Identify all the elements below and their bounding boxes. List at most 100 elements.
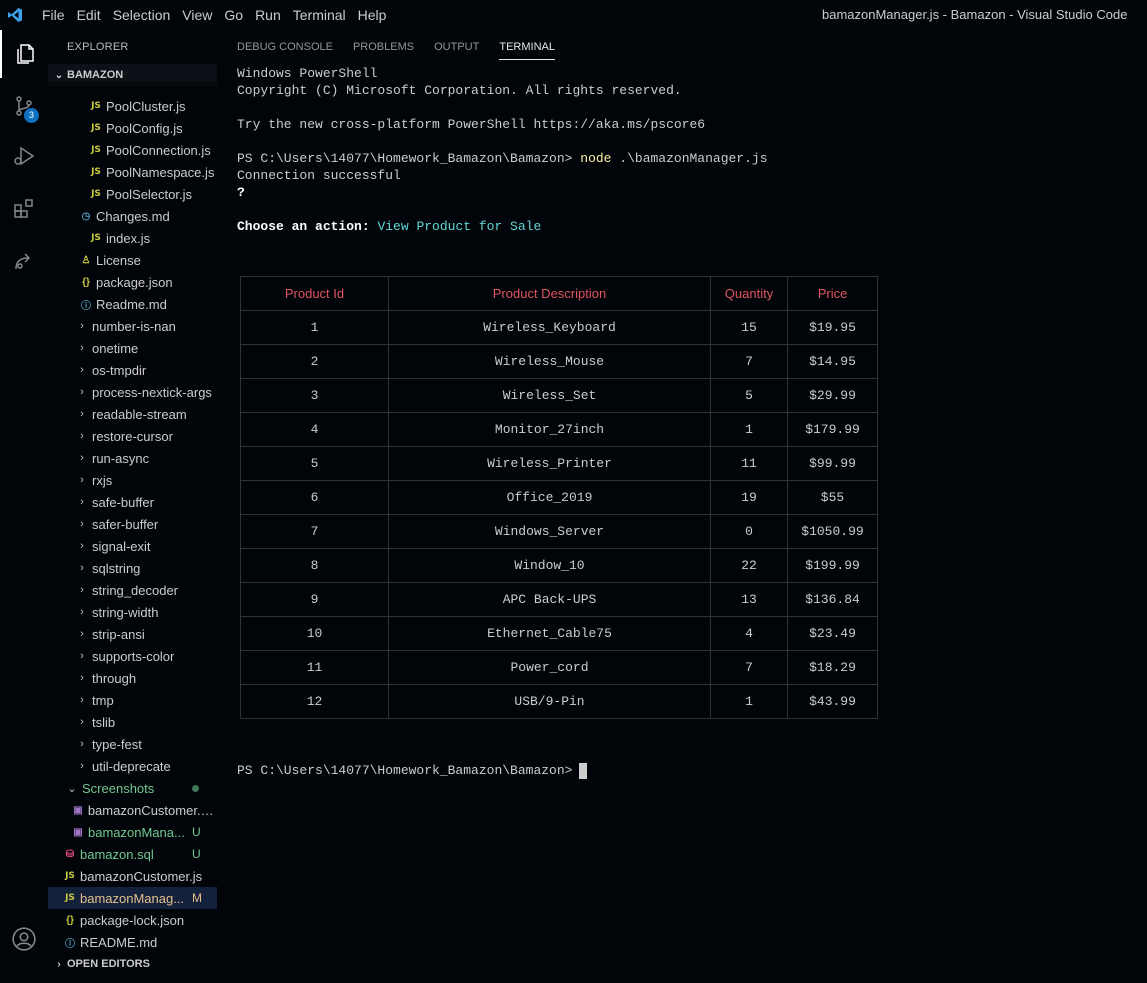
tree-item[interactable]: {} package.json xyxy=(48,271,217,293)
table-row: 3 Wireless_Set 5 $29.99 xyxy=(240,378,878,413)
tree-item[interactable]: › readable-stream xyxy=(48,403,217,425)
tree-item-label: Screenshots xyxy=(82,780,155,796)
tree-item[interactable]: › process-nextick-args xyxy=(48,381,217,403)
tree-item-label: run-async xyxy=(92,450,150,466)
term-line: Connection successful xyxy=(237,168,401,183)
open-editors-label: OPEN EDITORS xyxy=(67,958,150,970)
cell-product-id: 11 xyxy=(240,650,389,685)
cell-product-id: 6 xyxy=(240,480,389,515)
terminal-output[interactable]: Windows PowerShell Copyright (C) Microsof… xyxy=(237,65,768,235)
git-status-badge: M xyxy=(192,891,202,905)
menu-edit[interactable]: Edit xyxy=(71,0,107,30)
tree-item[interactable]: ⛁ bamazon.sql U xyxy=(48,843,217,865)
tree-item[interactable]: JS PoolConfig.js xyxy=(48,117,217,139)
tree-item[interactable]: JS bamazonManag... M xyxy=(48,887,217,909)
remote-share-icon[interactable] xyxy=(0,237,48,285)
tree-item[interactable]: › through xyxy=(48,667,217,689)
cell-product-id: 9 xyxy=(240,582,389,617)
tree-item[interactable]: › restore-cursor xyxy=(48,425,217,447)
tree-item-label: bamazon.sql xyxy=(80,846,154,862)
account-icon[interactable] xyxy=(0,915,48,963)
menu-run[interactable]: Run xyxy=(249,0,287,30)
tree-item[interactable]: JS PoolNamespace.js xyxy=(48,161,217,183)
tree-item[interactable]: › tmp xyxy=(48,689,217,711)
tree-item[interactable]: › string_decoder xyxy=(48,579,217,601)
menu-bar: File Edit Selection View Go Run Terminal… xyxy=(30,0,392,30)
terminal-prompt[interactable]: PS C:\Users\14077\Homework_Bamazon\Bamaz… xyxy=(237,762,588,779)
menu-go[interactable]: Go xyxy=(218,0,249,30)
explorer-icon[interactable] xyxy=(0,30,48,78)
tree-item[interactable]: › os-tmpdir xyxy=(48,359,217,381)
cell-quantity: 13 xyxy=(710,582,788,617)
menu-terminal[interactable]: Terminal xyxy=(287,0,352,30)
tree-item[interactable]: ⌄ Screenshots xyxy=(48,777,217,799)
tree-item[interactable]: JS bamazonCustomer.js xyxy=(48,865,217,887)
chevron-right-icon: › xyxy=(80,650,84,662)
tree-item[interactable]: JS index.js xyxy=(48,227,217,249)
cell-price: $179.99 xyxy=(787,412,878,447)
tree-item[interactable]: › sqlstring xyxy=(48,557,217,579)
tree-item[interactable]: ▣ bamazonCustomer.P... xyxy=(48,799,217,821)
term-question: ? xyxy=(237,185,245,200)
tab-problems[interactable]: PROBLEMS xyxy=(353,30,414,60)
tree-item-label: signal-exit xyxy=(92,538,151,554)
tab-debug-console[interactable]: DEBUG CONSOLE xyxy=(237,30,333,60)
tree-item-label: process-nextick-args xyxy=(92,384,212,400)
run-debug-icon[interactable] xyxy=(0,132,48,180)
chevron-right-icon: › xyxy=(80,716,84,728)
tab-output[interactable]: OUTPUT xyxy=(434,30,479,60)
tree-item[interactable]: {} package-lock.json xyxy=(48,909,217,931)
tree-item[interactable]: › util-deprecate xyxy=(48,755,217,777)
menu-help[interactable]: Help xyxy=(352,0,393,30)
tree-item[interactable]: › supports-color xyxy=(48,645,217,667)
chevron-right-icon: › xyxy=(80,540,84,552)
table-row: 8 Window_10 22 $199.99 xyxy=(240,548,878,583)
tree-item[interactable]: JS PoolCluster.js xyxy=(48,95,217,117)
menu-view[interactable]: View xyxy=(176,0,218,30)
tree-item-label: restore-cursor xyxy=(92,428,173,444)
menu-file[interactable]: File xyxy=(30,0,71,30)
tree-item[interactable]: › strip-ansi xyxy=(48,623,217,645)
source-control-icon[interactable]: 3 xyxy=(0,82,48,130)
tree-item[interactable]: › safe-buffer xyxy=(48,491,217,513)
git-status-badge: U xyxy=(192,847,201,861)
tree-item[interactable]: › run-async xyxy=(48,447,217,469)
tree-item[interactable]: › onetime xyxy=(48,337,217,359)
info-icon: ⓘ xyxy=(81,300,91,312)
tree-item[interactable]: JS PoolConnection.js xyxy=(48,139,217,161)
chevron-right-icon: › xyxy=(80,738,84,750)
changelog-icon: ◷ xyxy=(81,210,91,222)
tree-item[interactable]: JS PoolSelector.js xyxy=(48,183,217,205)
tree-item-label: Readme.md xyxy=(96,296,167,312)
js-file-icon: JS xyxy=(65,893,75,903)
chevron-right-icon: › xyxy=(80,562,84,574)
tree-item[interactable]: › number-is-nan xyxy=(48,315,217,337)
extensions-icon[interactable] xyxy=(0,185,48,233)
chevron-right-icon: › xyxy=(80,606,84,618)
open-editors-header[interactable]: › OPEN EDITORS xyxy=(48,953,217,975)
tree-item-label: onetime xyxy=(92,340,139,356)
tree-item[interactable]: › tslib xyxy=(48,711,217,733)
tree-item[interactable]: › safer-buffer xyxy=(48,513,217,535)
chevron-right-icon: › xyxy=(80,430,84,442)
tree-item[interactable]: ▣ bamazonMana... U xyxy=(48,821,217,843)
tab-terminal[interactable]: TERMINAL xyxy=(499,30,555,60)
tree-item[interactable]: ⓘ Readme.md xyxy=(48,293,217,315)
tree-item[interactable]: › signal-exit xyxy=(48,535,217,557)
tree-item[interactable]: › rxjs xyxy=(48,469,217,491)
tree-item[interactable]: ♙ License xyxy=(48,249,217,271)
git-status-badge: U xyxy=(192,825,201,839)
chevron-right-icon: › xyxy=(80,760,84,772)
tree-item[interactable]: › type-fest xyxy=(48,733,217,755)
image-file-icon: ▣ xyxy=(73,804,83,816)
cell-product-description: APC Back-UPS xyxy=(388,582,711,617)
tree-item-label: package-lock.json xyxy=(80,912,185,928)
menu-selection[interactable]: Selection xyxy=(107,0,177,30)
tree-item[interactable]: › string-width xyxy=(48,601,217,623)
tree-item[interactable]: ⓘ README.md xyxy=(48,931,217,953)
tree-item[interactable]: ◷ Changes.md xyxy=(48,205,217,227)
table-row: 12 USB/9-Pin 1 $43.99 xyxy=(240,684,878,719)
term-choose-value: View Product for Sale xyxy=(377,219,542,234)
table-row: 10 Ethernet_Cable75 4 $23.49 xyxy=(240,616,878,651)
image-file-icon: ▣ xyxy=(73,826,83,838)
